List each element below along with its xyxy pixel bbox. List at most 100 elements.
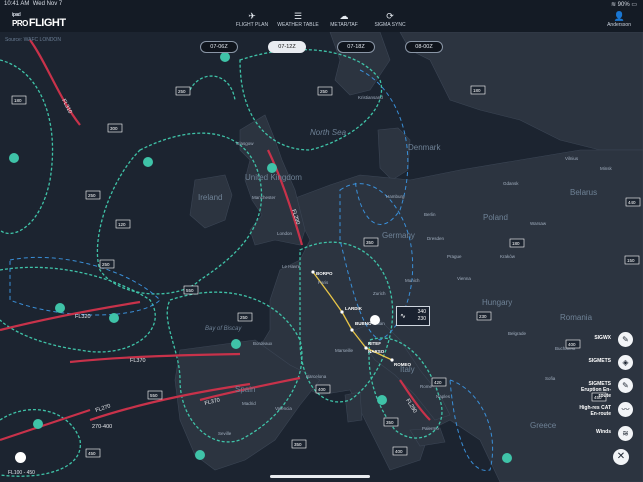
aircraft-position-marker — [370, 315, 380, 325]
city-label: Minsk — [600, 166, 613, 171]
country-label: Hungary — [482, 298, 512, 307]
svg-text:450: 450 — [88, 451, 96, 456]
city-label: Berlin — [424, 212, 436, 217]
turbulence-marker — [109, 313, 119, 323]
city-label: Rome — [420, 384, 433, 389]
svg-text:400: 400 — [568, 342, 576, 347]
close-icon[interactable]: ✕ — [613, 449, 629, 465]
altitude-box: 250 — [237, 312, 253, 322]
jetstream-label: FL320 — [75, 314, 91, 320]
pen-icon[interactable]: ✎ — [618, 332, 633, 347]
svg-text:180: 180 — [473, 88, 481, 93]
altitude-box: 400 — [392, 446, 408, 456]
svg-text:550: 550 — [186, 288, 194, 293]
city-label: Kraków — [500, 254, 516, 259]
wind-icon: ∿ — [400, 313, 406, 320]
wind-icon[interactable]: ≋ — [618, 426, 633, 441]
svg-text:300: 300 — [110, 126, 118, 131]
svg-text:250: 250 — [88, 193, 96, 198]
weather-map[interactable]: FL310 FL290 FL320 FL370 FL270 FL370 FL29… — [0, 0, 643, 482]
battery-icon: ▭ — [631, 2, 637, 8]
altitude-box: 250 — [85, 190, 101, 200]
city-label: Valencia — [275, 406, 292, 411]
cloud-icon: ☁ — [339, 11, 349, 21]
city-label: Kristiansand — [358, 95, 383, 100]
city-label: Prague — [447, 254, 462, 259]
turbulence-marker — [502, 453, 512, 463]
nav-flight-plan[interactable]: ✈ FLIGHT PLAN — [228, 11, 276, 28]
city-label: Zurich — [373, 291, 386, 296]
sea-label: Bay of Biscay — [205, 326, 242, 332]
time-tab-0800[interactable]: 08-00Z — [405, 41, 443, 53]
svg-text:250: 250 — [178, 89, 186, 94]
svg-text:250: 250 — [320, 89, 328, 94]
altitude-box: 250 — [175, 86, 191, 96]
city-label: Warsaw — [530, 221, 547, 226]
altitude-box: 250 — [99, 259, 115, 269]
waypoint-dot — [340, 310, 344, 314]
svg-text:180: 180 — [512, 241, 520, 246]
altitude-box: 180 — [509, 238, 525, 248]
pen-icon[interactable]: ✎ — [618, 378, 633, 393]
nav-weather-table[interactable]: ☰ WEATHER TABLE — [274, 11, 322, 28]
nav-sigma-sync[interactable]: ⟳ SIGMA SYNC — [366, 11, 414, 28]
turbulence-marker — [231, 339, 241, 349]
altitude-box: 420 — [431, 377, 447, 387]
altitude-box: 180 — [11, 95, 27, 105]
altitude-slider-handle[interactable] — [15, 452, 26, 463]
city-label: Naples — [436, 394, 451, 399]
wind-info-popup[interactable]: ∿ 340 230 — [396, 306, 430, 326]
altitude-box: 550 — [183, 285, 199, 295]
city-label: Manchester — [252, 195, 276, 200]
svg-text:250: 250 — [240, 315, 248, 320]
layers-icon[interactable]: ◈ — [618, 355, 633, 370]
altitude-box: 180 — [470, 85, 486, 95]
waypoint-dot — [350, 328, 354, 332]
time-tab-0718[interactable]: 07-18Z — [337, 41, 375, 53]
country-label: Greece — [530, 421, 557, 430]
waypoint-label: BUBNO — [355, 321, 372, 326]
user-icon: 👤 — [613, 11, 625, 21]
wifi-icon: ≋ — [610, 2, 616, 8]
city-label: Munich — [405, 278, 420, 283]
country-label: Denmark — [408, 143, 441, 152]
nav-metar-taf[interactable]: ☁ METAR/TAF — [320, 11, 368, 28]
svg-text:550: 550 — [150, 393, 158, 398]
city-label: Belgrade — [508, 331, 527, 336]
turbulence-marker — [143, 157, 153, 167]
city-label: Hamburg — [386, 194, 405, 199]
svg-text:400: 400 — [318, 387, 326, 392]
sea-label: North Sea — [310, 128, 347, 137]
altitude-box: 450 — [85, 448, 101, 458]
city-label: Le Havre — [282, 264, 301, 269]
svg-text:150: 150 — [627, 258, 635, 263]
time-tab-0712[interactable]: 07-12Z — [268, 41, 306, 53]
city-label: Vilnius — [565, 156, 579, 161]
altitude-box: 250 — [317, 86, 333, 96]
country-label: Ireland — [198, 193, 222, 202]
city-label: Madrid — [242, 401, 256, 406]
country-label: United Kingdom — [245, 173, 302, 182]
waypoint-label: LARDIK — [345, 306, 363, 311]
time-tab-0706[interactable]: 07-06Z — [200, 41, 238, 53]
altitude-box: 350 — [363, 237, 379, 247]
country-label: Romania — [560, 313, 593, 322]
svg-text:120: 120 — [118, 222, 126, 227]
profile-button[interactable]: 👤 Andersson — [607, 11, 631, 28]
altitude-box: 350 — [291, 439, 307, 449]
airplane-icon: ✈ — [248, 11, 256, 21]
city-label: Seville — [218, 431, 232, 436]
country-label: Poland — [483, 213, 508, 222]
city-label: Palermo — [422, 426, 439, 431]
wave-icon[interactable]: 〰 — [618, 402, 633, 417]
waypoint-dot — [311, 270, 315, 274]
svg-text:350: 350 — [294, 442, 302, 447]
svg-text:250: 250 — [102, 262, 110, 267]
city-label: Barcelona — [306, 374, 327, 379]
turbulence-marker — [55, 303, 65, 313]
top-nav-bar: ipad PROFLIGHT ✈ FLIGHT PLAN ☰ WEATHER T… — [0, 10, 643, 32]
svg-text:350: 350 — [386, 420, 394, 425]
city-label: Marseille — [335, 348, 354, 353]
turbulence-marker — [220, 52, 230, 62]
altitude-box: 440 — [625, 197, 641, 207]
